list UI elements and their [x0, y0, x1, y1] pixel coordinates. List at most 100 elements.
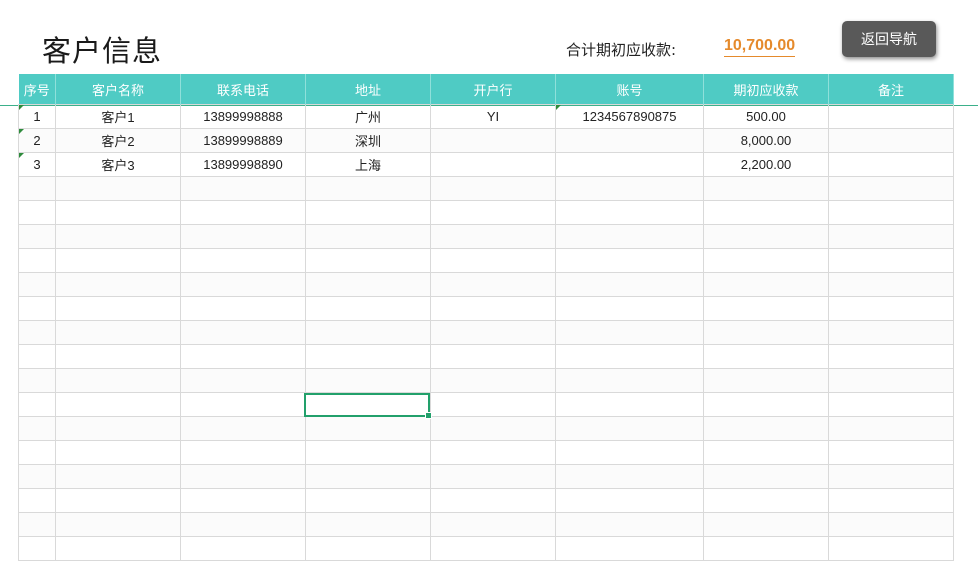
table-cell[interactable] [828, 440, 954, 465]
table-cell[interactable] [828, 536, 954, 561]
table-cell[interactable] [828, 152, 954, 177]
table-cell[interactable] [18, 320, 56, 345]
table-cell[interactable] [430, 464, 556, 489]
table-cell[interactable] [555, 392, 704, 417]
column-header-customer-name[interactable]: 客户名称 [55, 74, 181, 105]
table-cell[interactable] [703, 296, 829, 321]
table-cell[interactable] [828, 344, 954, 369]
table-cell[interactable] [430, 488, 556, 513]
table-cell[interactable] [430, 272, 556, 297]
table-cell[interactable] [305, 176, 431, 201]
table-cell[interactable] [305, 344, 431, 369]
column-header-phone[interactable]: 联系电话 [180, 74, 306, 105]
table-cell[interactable] [555, 176, 704, 201]
column-header-address[interactable]: 地址 [305, 74, 431, 105]
table-cell[interactable] [703, 200, 829, 225]
table-cell[interactable] [305, 368, 431, 393]
table-cell[interactable] [430, 368, 556, 393]
table-cell[interactable] [180, 320, 306, 345]
table-cell[interactable] [555, 296, 704, 321]
table-cell[interactable] [555, 488, 704, 513]
table-cell[interactable] [430, 296, 556, 321]
table-cell[interactable]: 3 [18, 152, 56, 177]
active-cell-selection[interactable] [304, 393, 432, 419]
table-cell[interactable] [430, 512, 556, 537]
table-cell[interactable] [180, 224, 306, 249]
table-cell[interactable] [55, 320, 181, 345]
table-cell[interactable]: 上海 [305, 152, 431, 177]
table-cell[interactable] [555, 344, 704, 369]
table-cell[interactable] [430, 440, 556, 465]
table-cell[interactable]: 1 [18, 104, 56, 129]
table-cell[interactable] [18, 488, 56, 513]
table-cell[interactable] [55, 176, 181, 201]
table-cell[interactable] [555, 416, 704, 441]
table-cell[interactable] [430, 176, 556, 201]
table-cell[interactable] [828, 272, 954, 297]
table-cell[interactable] [703, 392, 829, 417]
table-cell[interactable] [828, 320, 954, 345]
table-cell[interactable] [55, 392, 181, 417]
table-cell[interactable] [305, 200, 431, 225]
table-cell[interactable] [180, 512, 306, 537]
table-cell[interactable] [180, 416, 306, 441]
table-cell[interactable] [18, 512, 56, 537]
table-cell[interactable] [555, 200, 704, 225]
table-cell[interactable] [55, 512, 181, 537]
table-cell[interactable] [828, 368, 954, 393]
table-cell[interactable]: 13899998888 [180, 104, 306, 129]
table-cell[interactable] [555, 152, 704, 177]
table-cell[interactable] [703, 224, 829, 249]
fill-handle[interactable] [425, 412, 432, 419]
table-cell[interactable] [828, 512, 954, 537]
table-cell[interactable] [18, 344, 56, 369]
table-cell[interactable]: 客户2 [55, 128, 181, 153]
table-cell[interactable] [703, 440, 829, 465]
table-cell[interactable] [828, 464, 954, 489]
table-cell[interactable] [430, 224, 556, 249]
table-cell[interactable] [180, 440, 306, 465]
table-cell[interactable] [828, 200, 954, 225]
table-cell[interactable] [55, 536, 181, 561]
table-cell[interactable] [703, 464, 829, 489]
table-cell[interactable] [430, 152, 556, 177]
table-cell[interactable] [305, 536, 431, 561]
table-cell[interactable] [305, 416, 431, 441]
table-cell[interactable] [430, 128, 556, 153]
table-cell[interactable] [430, 536, 556, 561]
table-cell[interactable]: 2,200.00 [703, 152, 829, 177]
table-cell[interactable] [180, 176, 306, 201]
table-cell[interactable]: 13899998890 [180, 152, 306, 177]
table-cell[interactable] [180, 344, 306, 369]
table-cell[interactable] [18, 296, 56, 321]
table-cell[interactable] [305, 224, 431, 249]
table-cell[interactable] [555, 320, 704, 345]
table-cell[interactable] [703, 248, 829, 273]
table-cell[interactable] [305, 272, 431, 297]
table-cell[interactable]: 8,000.00 [703, 128, 829, 153]
table-cell[interactable] [430, 248, 556, 273]
table-cell[interactable] [18, 248, 56, 273]
table-cell[interactable] [180, 200, 306, 225]
table-cell[interactable] [430, 200, 556, 225]
table-cell[interactable] [828, 248, 954, 273]
table-cell[interactable] [55, 344, 181, 369]
table-cell[interactable] [180, 464, 306, 489]
table-cell[interactable] [828, 104, 954, 129]
table-cell[interactable] [180, 248, 306, 273]
table-cell[interactable] [18, 416, 56, 441]
table-cell[interactable] [55, 416, 181, 441]
table-cell[interactable] [180, 296, 306, 321]
table-cell[interactable] [55, 440, 181, 465]
table-cell[interactable] [555, 536, 704, 561]
column-header-index[interactable]: 序号 [18, 74, 56, 105]
table-cell[interactable] [180, 536, 306, 561]
table-cell[interactable] [55, 200, 181, 225]
table-cell[interactable] [430, 344, 556, 369]
table-cell[interactable] [555, 368, 704, 393]
table-cell[interactable] [828, 392, 954, 417]
back-to-navigation-button[interactable]: 返回导航 [842, 21, 936, 57]
table-cell[interactable] [55, 464, 181, 489]
table-cell[interactable] [555, 464, 704, 489]
table-cell[interactable] [555, 224, 704, 249]
